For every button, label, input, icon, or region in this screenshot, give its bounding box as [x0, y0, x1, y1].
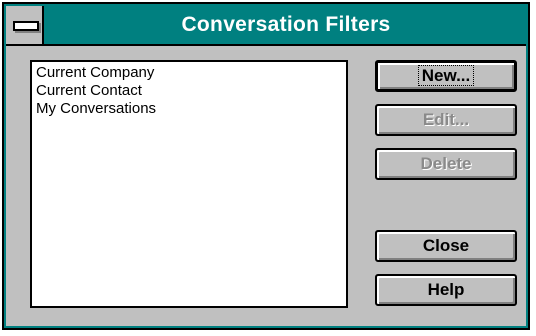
help-button[interactable]: Help	[375, 274, 517, 306]
system-menu-button[interactable]	[6, 6, 44, 44]
filters-listbox[interactable]: Current Company Current Contact My Conve…	[30, 60, 348, 308]
close-button-label: Close	[422, 236, 470, 255]
dialog-title: Conversation Filters	[181, 13, 391, 36]
edit-button-label: Edit...	[422, 110, 470, 129]
delete-button-label: Delete	[420, 154, 472, 173]
list-item[interactable]: My Conversations	[32, 100, 346, 118]
close-button[interactable]: Close	[375, 230, 517, 262]
new-button[interactable]: New...	[375, 60, 517, 92]
delete-button[interactable]: Delete	[375, 148, 517, 180]
title-bar[interactable]: Conversation Filters	[6, 6, 526, 46]
new-button-label: New...	[417, 65, 475, 86]
edit-button[interactable]: Edit...	[375, 104, 517, 136]
dialog-body: Current Company Current Contact My Conve…	[6, 46, 526, 326]
conversation-filters-dialog: Conversation Filters Current Company Cur…	[2, 2, 530, 330]
list-item[interactable]: Current Company	[32, 64, 346, 82]
help-button-label: Help	[427, 280, 465, 299]
system-menu-icon	[13, 21, 39, 31]
list-item[interactable]: Current Contact	[32, 82, 346, 100]
